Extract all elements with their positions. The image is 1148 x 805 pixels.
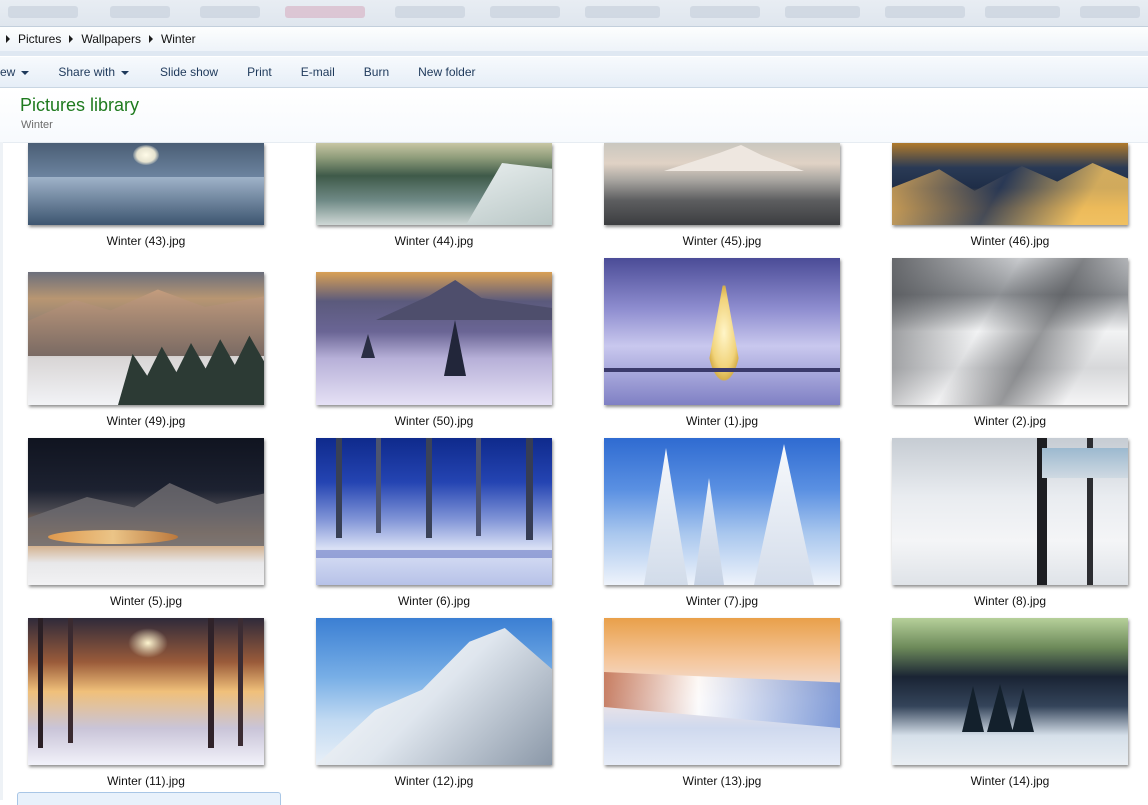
- file-name: Winter (11).jpg: [107, 774, 185, 788]
- file-name: Winter (5).jpg: [109, 594, 183, 608]
- file-name: Winter (8).jpg: [973, 594, 1047, 608]
- file-name: Winter (7).jpg: [685, 594, 759, 608]
- chevron-down-icon: [21, 70, 30, 75]
- thumbnail[interactable]: [28, 272, 264, 405]
- breadcrumb: Pictures Wallpapers Winter: [0, 27, 204, 51]
- chevron-right-icon[interactable]: [6, 35, 10, 43]
- breadcrumb-pictures[interactable]: Pictures: [18, 32, 61, 46]
- toolbar-separator: [0, 51, 1148, 56]
- thumbnail[interactable]: [604, 618, 840, 765]
- chevron-down-icon: [121, 70, 130, 75]
- thumbnail[interactable]: [316, 272, 552, 405]
- thumbnail[interactable]: [892, 618, 1128, 765]
- file-name: Winter (43).jpg: [106, 234, 186, 248]
- view-label: ew: [0, 65, 16, 79]
- file-name: Winter (12).jpg: [394, 774, 474, 788]
- selection-box[interactable]: [17, 792, 281, 805]
- thumbnail[interactable]: [28, 143, 264, 225]
- library-title: Pictures library: [20, 95, 140, 115]
- file-name: Winter (1).jpg: [685, 414, 759, 428]
- thumbnail[interactable]: [892, 438, 1128, 585]
- thumbnail[interactable]: [604, 143, 840, 225]
- thumbnail[interactable]: [316, 618, 552, 765]
- file-name: Winter (49).jpg: [106, 414, 186, 428]
- thumbnail[interactable]: [892, 143, 1128, 225]
- burn-button[interactable]: Burn: [348, 65, 402, 79]
- email-button[interactable]: E-mail: [285, 65, 348, 79]
- chevron-right-icon[interactable]: [148, 35, 153, 43]
- breadcrumb-winter[interactable]: Winter: [161, 32, 196, 46]
- breadcrumb-wallpapers[interactable]: Wallpapers: [81, 32, 141, 46]
- file-name: Winter (6).jpg: [397, 594, 471, 608]
- file-name: Winter (14).jpg: [970, 774, 1050, 788]
- view-button[interactable]: ew: [0, 65, 42, 79]
- thumbnail[interactable]: [604, 438, 840, 585]
- thumbnail[interactable]: [892, 258, 1128, 405]
- file-name: Winter (45).jpg: [682, 234, 762, 248]
- share-with-button[interactable]: Share with: [42, 65, 142, 79]
- file-name: Winter (46).jpg: [970, 234, 1050, 248]
- print-button[interactable]: Print: [231, 65, 285, 79]
- command-toolbar: ew Share with Slide show Print E-mail Bu…: [0, 57, 1148, 88]
- thumbnail[interactable]: [604, 258, 840, 405]
- slideshow-button[interactable]: Slide show: [142, 65, 231, 79]
- chevron-right-icon[interactable]: [69, 35, 74, 43]
- thumbnail[interactable]: [28, 618, 264, 765]
- file-name: Winter (44).jpg: [394, 234, 474, 248]
- share-with-label: Share with: [58, 65, 116, 79]
- thumbnail[interactable]: [316, 438, 552, 585]
- thumbnail[interactable]: [28, 438, 264, 585]
- navigation-edge: [0, 142, 3, 800]
- library-subtitle: Winter: [21, 119, 53, 131]
- file-name: Winter (50).jpg: [394, 414, 474, 428]
- file-name: Winter (13).jpg: [682, 774, 762, 788]
- new-folder-button[interactable]: New folder: [402, 65, 488, 79]
- taskbar-strip: [0, 0, 1148, 26]
- address-bar[interactable]: Pictures Wallpapers Winter: [0, 26, 1148, 52]
- library-header: Pictures library Winter: [0, 88, 1148, 143]
- thumbnail[interactable]: [316, 143, 552, 225]
- file-name: Winter (2).jpg: [973, 414, 1047, 428]
